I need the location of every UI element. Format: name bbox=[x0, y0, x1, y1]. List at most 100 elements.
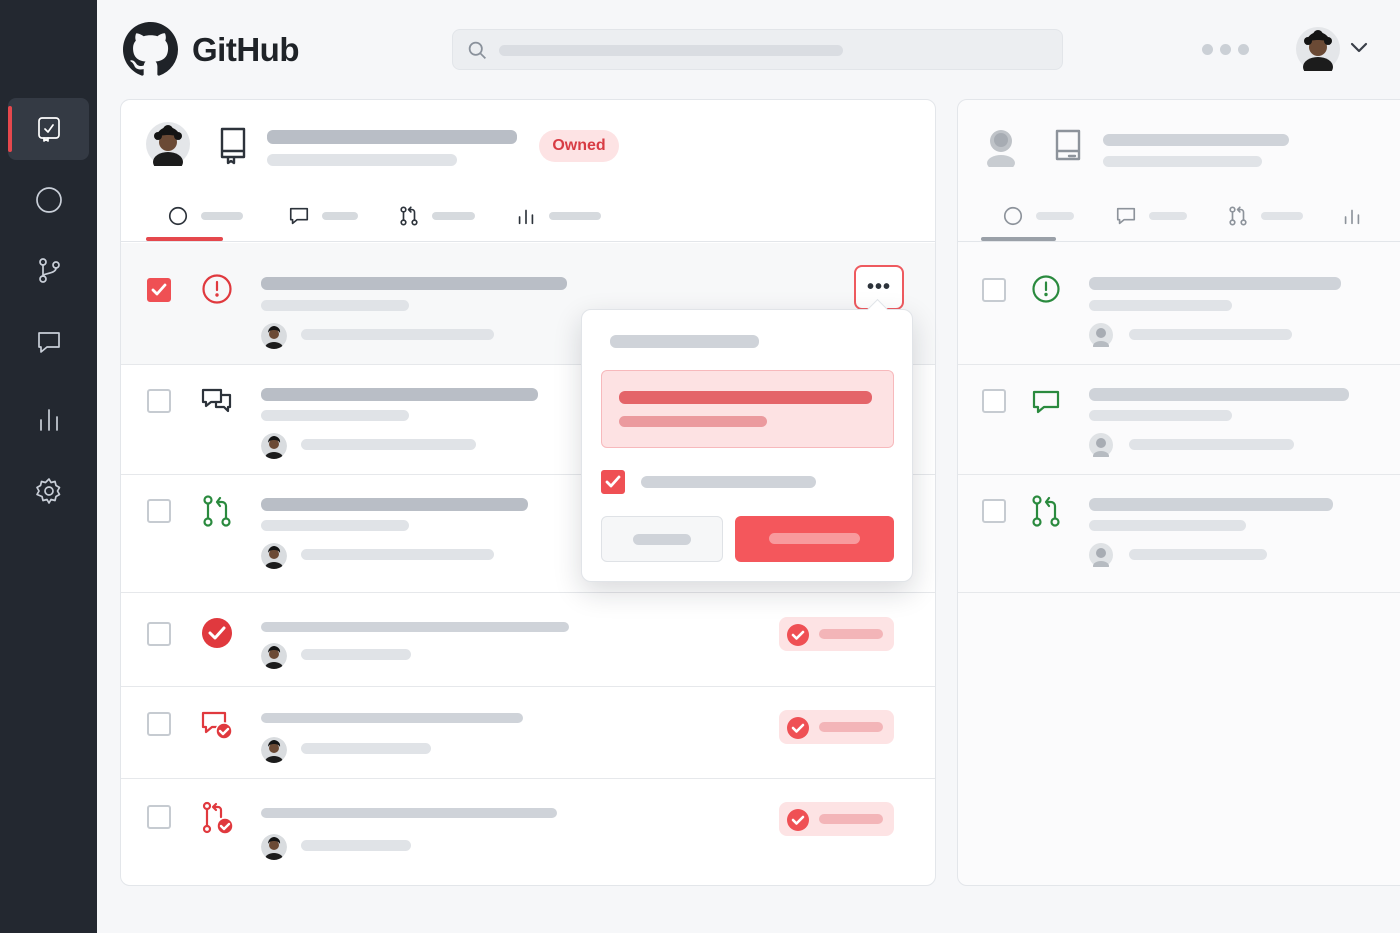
repo-review-icon bbox=[37, 117, 60, 142]
pull-request-icon bbox=[400, 206, 418, 226]
tab-insights[interactable] bbox=[1341, 200, 1363, 232]
row-title-placeholder[interactable] bbox=[261, 388, 538, 401]
repo-subtitle-placeholder bbox=[1103, 156, 1262, 167]
row-checkbox[interactable] bbox=[982, 389, 1006, 413]
issue-alert-icon bbox=[200, 272, 234, 306]
check-circle-icon bbox=[787, 809, 809, 831]
repo-title-placeholder[interactable] bbox=[267, 130, 517, 144]
list-item[interactable] bbox=[958, 365, 1400, 475]
row-checkbox[interactable] bbox=[147, 622, 171, 646]
confirm-label-placeholder bbox=[641, 476, 816, 488]
confirm-checkbox[interactable] bbox=[601, 470, 625, 494]
confirm-button[interactable] bbox=[735, 516, 894, 562]
danger-title-placeholder bbox=[619, 391, 872, 404]
search-input[interactable] bbox=[452, 29, 1063, 70]
repo-book-icon bbox=[220, 127, 246, 165]
row-author-placeholder bbox=[301, 329, 494, 340]
list-item[interactable] bbox=[121, 687, 935, 779]
row-meta-placeholder bbox=[261, 410, 409, 421]
danger-action-item[interactable] bbox=[601, 370, 894, 448]
row-title-placeholder[interactable] bbox=[261, 713, 523, 723]
row-title-placeholder[interactable] bbox=[261, 498, 528, 511]
check-circle-icon bbox=[787, 624, 809, 646]
sidebar-item-review[interactable] bbox=[8, 98, 89, 160]
search-icon bbox=[468, 41, 486, 59]
list-item[interactable] bbox=[958, 475, 1400, 593]
row-meta-placeholder bbox=[1089, 300, 1232, 311]
row-checkbox[interactable] bbox=[147, 278, 171, 302]
cancel-button[interactable] bbox=[601, 516, 723, 562]
row-author-placeholder bbox=[1129, 329, 1292, 340]
danger-description-placeholder bbox=[619, 416, 767, 427]
row-title-placeholder[interactable] bbox=[1089, 498, 1333, 511]
avatar bbox=[261, 834, 287, 860]
issue-circle-icon bbox=[168, 206, 188, 226]
row-title-placeholder[interactable] bbox=[1089, 388, 1349, 401]
list-item[interactable] bbox=[958, 243, 1400, 365]
row-checkbox[interactable] bbox=[147, 805, 171, 829]
sidebar-item-settings[interactable] bbox=[8, 460, 89, 522]
sidebar-item-branches[interactable] bbox=[8, 239, 89, 301]
search-placeholder bbox=[499, 45, 843, 56]
tab-discussions[interactable] bbox=[1115, 200, 1187, 232]
avatar bbox=[261, 543, 287, 569]
avatar bbox=[261, 737, 287, 763]
pull-request-check-icon bbox=[200, 801, 234, 835]
repo-subtitle-placeholder bbox=[267, 154, 457, 166]
chevron-down-icon[interactable] bbox=[1350, 41, 1368, 55]
pull-request-icon bbox=[200, 494, 234, 528]
list-item[interactable] bbox=[121, 779, 935, 885]
sidebar-item-insights[interactable] bbox=[8, 388, 89, 450]
tab-issues[interactable] bbox=[1002, 200, 1074, 232]
row-meta-placeholder bbox=[261, 520, 409, 531]
check-circle-icon bbox=[787, 717, 809, 739]
actions-popover bbox=[581, 309, 913, 582]
list-item[interactable] bbox=[121, 593, 935, 687]
comment-icon bbox=[289, 207, 309, 225]
logo-text: GitHub bbox=[192, 30, 299, 68]
status-badge bbox=[779, 802, 894, 836]
cancel-label-placeholder bbox=[633, 534, 691, 545]
discussion-icon bbox=[200, 384, 234, 418]
popover-title-placeholder bbox=[610, 335, 759, 348]
pull-request-icon bbox=[1029, 494, 1063, 528]
tab-issues[interactable] bbox=[167, 200, 243, 232]
avatar bbox=[1089, 323, 1113, 347]
sidebar-item-issues[interactable] bbox=[8, 169, 89, 231]
check-icon bbox=[151, 283, 167, 296]
issue-circle-icon bbox=[1003, 206, 1023, 226]
tab-insights[interactable] bbox=[515, 200, 601, 232]
row-title-placeholder[interactable] bbox=[261, 622, 569, 632]
discussion-check-icon bbox=[200, 708, 234, 742]
user-avatar[interactable] bbox=[1296, 27, 1340, 77]
row-checkbox[interactable] bbox=[147, 712, 171, 736]
owner-avatar[interactable] bbox=[981, 125, 1021, 167]
settings-gear-icon bbox=[35, 478, 60, 504]
github-logo[interactable]: GitHub bbox=[123, 22, 299, 77]
row-title-placeholder[interactable] bbox=[261, 808, 557, 818]
insights-icon bbox=[518, 209, 534, 225]
row-title-placeholder[interactable] bbox=[261, 277, 567, 290]
row-checkbox[interactable] bbox=[982, 499, 1006, 523]
avatar bbox=[1296, 27, 1340, 77]
tab-pull-requests[interactable] bbox=[1227, 200, 1303, 232]
tab-discussions[interactable] bbox=[288, 200, 358, 232]
more-dots-icon[interactable] bbox=[1202, 44, 1249, 55]
tab-pull-requests[interactable] bbox=[398, 200, 475, 232]
row-checkbox[interactable] bbox=[147, 499, 171, 523]
avatar bbox=[261, 643, 287, 669]
row-author-placeholder bbox=[301, 439, 476, 450]
status-badge bbox=[779, 710, 894, 744]
row-title-placeholder[interactable] bbox=[1089, 277, 1341, 290]
owner-avatar[interactable] bbox=[146, 122, 190, 166]
sidebar-nav bbox=[0, 0, 97, 933]
comment-icon bbox=[1029, 385, 1063, 419]
row-checkbox[interactable] bbox=[982, 278, 1006, 302]
comment-icon bbox=[1116, 207, 1136, 225]
row-meta-placeholder bbox=[1089, 520, 1246, 531]
repo-title-placeholder[interactable] bbox=[1103, 134, 1289, 146]
row-meta-placeholder bbox=[261, 300, 409, 311]
row-checkbox[interactable] bbox=[147, 389, 171, 413]
sidebar-item-discussions[interactable] bbox=[8, 311, 89, 373]
github-mark-icon bbox=[123, 22, 178, 76]
